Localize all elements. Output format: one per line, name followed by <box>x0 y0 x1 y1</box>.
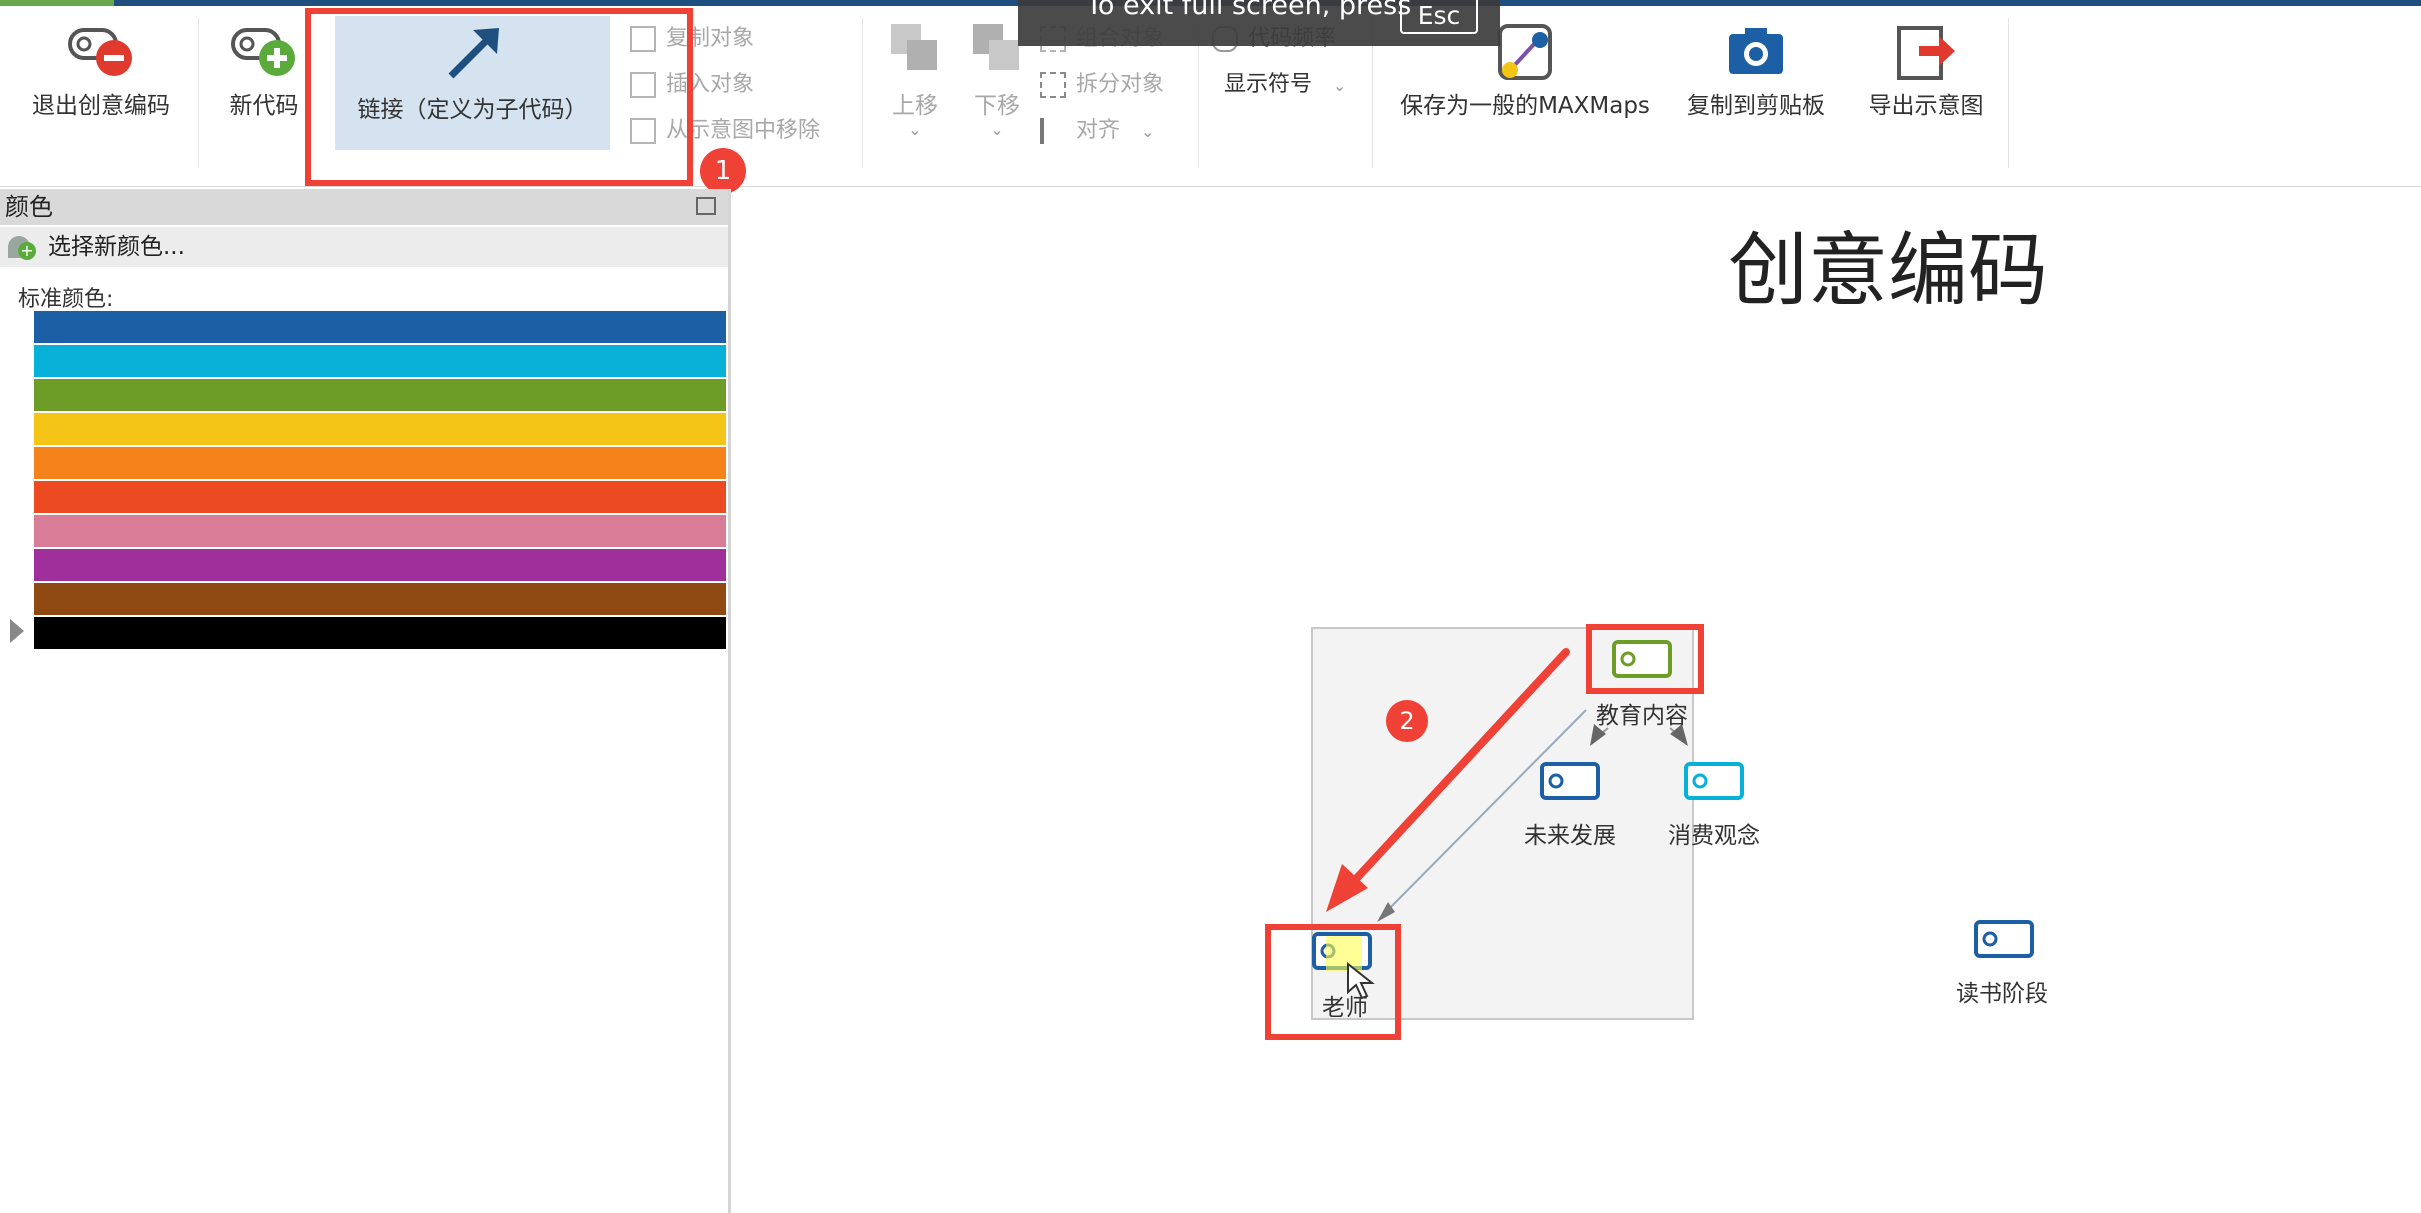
exit-code-icon <box>68 28 132 76</box>
color-swatch[interactable] <box>34 549 726 581</box>
export-icon <box>1897 26 1955 80</box>
code-node-label: 未来发展 <box>1524 823 1616 849</box>
code-node-label: 消费观念 <box>1668 823 1760 849</box>
code-node-label: 读书阶段 <box>1956 981 2048 1007</box>
ungroup-object-label: 拆分对象 <box>1076 72 1165 97</box>
fullscreen-banner: To exit full screen, press Esc <box>1018 0 1500 46</box>
current-row-marker-icon <box>10 619 24 643</box>
chevron-down-icon: ⌄ <box>990 120 1004 139</box>
code-tag-icon <box>1540 762 1600 800</box>
map-title: 创意编码 <box>1728 224 2048 317</box>
export-map-button[interactable]: 导出示意图 <box>1856 12 1996 152</box>
color-swatch[interactable] <box>34 617 726 649</box>
highlight-box-1 <box>305 8 693 186</box>
color-swatch[interactable] <box>34 583 726 615</box>
camera-icon <box>1729 28 1783 74</box>
exit-creative-coding-button[interactable]: 退出创意编码 <box>14 12 188 152</box>
save-as-maxmaps-label: 保存为一般的MAXMaps <box>1400 93 1650 119</box>
color-swatch[interactable] <box>34 379 726 411</box>
move-up-button[interactable]: 上移 ⌄ <box>880 16 950 146</box>
export-map-label: 导出示意图 <box>1868 93 1984 119</box>
restore-window-icon[interactable] <box>696 197 716 215</box>
show-symbols-label: 显示符号 <box>1224 72 1313 97</box>
color-swatch[interactable] <box>34 481 726 513</box>
color-swatch[interactable] <box>34 413 726 445</box>
pick-new-color-label: 选择新颜色... <box>48 234 185 260</box>
annotation-badge-1: 1 <box>700 148 746 194</box>
divider <box>198 18 199 168</box>
chevron-down-icon: ⌄ <box>1141 122 1155 141</box>
copy-to-clipboard-label: 复制到剪贴板 <box>1687 93 1825 119</box>
show-symbols-dropdown[interactable]: 显示符号 ⌄ <box>1224 66 1346 98</box>
color-panel-title: 颜色 <box>5 193 53 221</box>
new-code-icon <box>231 28 295 76</box>
color-swatch[interactable] <box>34 515 726 547</box>
move-up-label: 上移 <box>892 93 938 119</box>
color-panel: 颜色 选择新颜色... 标准颜色: <box>0 189 731 1213</box>
chevron-down-icon: ⌄ <box>1333 76 1347 95</box>
chevron-down-icon: ⌄ <box>908 120 922 139</box>
align-icon <box>1040 118 1066 144</box>
color-swatch[interactable] <box>34 345 726 377</box>
move-down-icon <box>973 24 1019 70</box>
new-code-button[interactable]: 新代码 <box>216 12 312 152</box>
fullscreen-banner-text: To exit full screen, press <box>1086 0 1412 21</box>
esc-key-hint: Esc <box>1400 0 1478 34</box>
align-label: 对齐 <box>1076 118 1121 143</box>
code-tag-icon <box>1684 762 1744 800</box>
ungroup-icon <box>1040 72 1066 98</box>
color-swatch[interactable] <box>34 447 726 479</box>
move-down-label: 下移 <box>974 93 1020 119</box>
move-up-icon <box>891 24 937 70</box>
pick-new-color-button[interactable]: 选择新颜色... <box>0 227 728 267</box>
new-code-label: 新代码 <box>229 93 299 119</box>
color-drop-icon <box>8 236 36 260</box>
align-button[interactable]: 对齐 ⌄ <box>1040 112 1154 144</box>
annotation-badge-2: 2 <box>1386 700 1428 742</box>
ungroup-object-button[interactable]: 拆分对象 <box>1040 66 1164 98</box>
maxmaps-icon <box>1498 24 1552 80</box>
color-swatch[interactable] <box>34 311 726 343</box>
divider <box>862 18 863 168</box>
highlight-box-education <box>1586 624 1704 694</box>
copy-to-clipboard-button[interactable]: 复制到剪贴板 <box>1676 12 1836 152</box>
color-panel-header: 颜色 <box>0 189 728 225</box>
code-node-label: 教育内容 <box>1596 703 1688 729</box>
standard-colors-label: 标准颜色: <box>18 287 114 312</box>
highlight-box-teacher <box>1265 924 1401 1040</box>
exit-creative-coding-label: 退出创意编码 <box>32 93 170 119</box>
divider <box>2008 18 2009 168</box>
code-tag-icon <box>1974 920 2034 958</box>
